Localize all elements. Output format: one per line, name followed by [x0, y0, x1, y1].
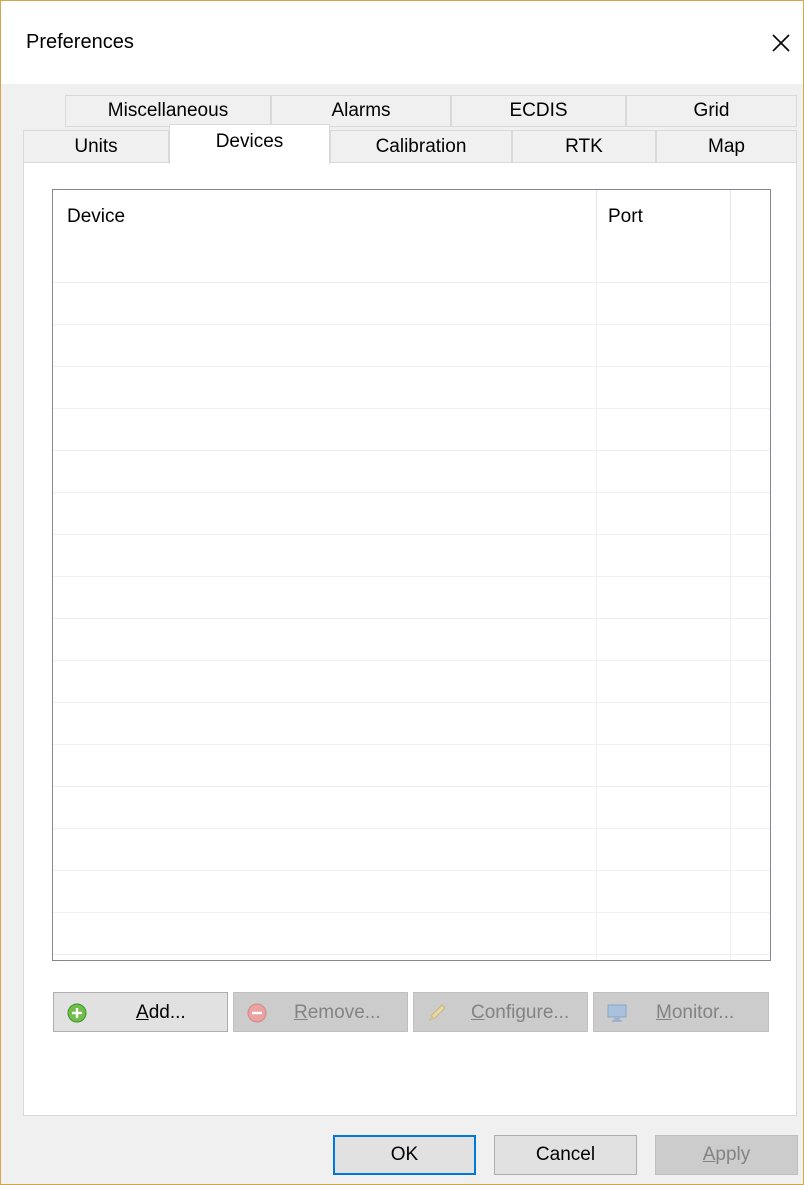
- tab-label: RTK: [565, 135, 603, 157]
- tab-miscellaneous[interactable]: Miscellaneous: [65, 95, 271, 127]
- configure-button-mnemonic: C: [471, 1002, 485, 1023]
- column-header-device[interactable]: Device: [67, 206, 125, 228]
- tab-label: ECDIS: [509, 100, 568, 121]
- grid-row-line: [53, 912, 770, 913]
- column-header-port[interactable]: Port: [608, 206, 643, 228]
- grid-row-line: [53, 450, 770, 451]
- grid-row-line: [53, 744, 770, 745]
- title-bar: Preferences: [1, 1, 803, 84]
- grid-row-line: [53, 618, 770, 619]
- cancel-button-label: Cancel: [535, 1144, 596, 1165]
- grid-row-line: [53, 954, 770, 955]
- grid-column-line: [596, 240, 597, 960]
- apply-button-label: pply: [715, 1144, 751, 1165]
- cancel-button[interactable]: Cancel: [494, 1135, 637, 1175]
- tab-ecdis[interactable]: ECDIS: [451, 95, 626, 127]
- monitor-button-label: onitor...: [671, 1002, 735, 1023]
- column-separator[interactable]: [596, 190, 597, 240]
- apply-button[interactable]: Apply: [655, 1135, 798, 1175]
- grid-row-line: [53, 282, 770, 283]
- remove-icon: [247, 1003, 267, 1023]
- tab-grid[interactable]: Grid: [626, 95, 797, 127]
- configure-button[interactable]: Configure...: [413, 992, 588, 1032]
- ok-button-label: OK: [390, 1144, 419, 1165]
- monitor-icon: [607, 1004, 627, 1022]
- remove-button-label: emove...: [307, 1002, 381, 1023]
- preferences-dialog: Preferences Miscellaneous Alarms ECDIS G…: [0, 0, 804, 1185]
- tab-label: Grid: [693, 100, 730, 121]
- add-icon: [67, 1003, 87, 1023]
- grid-row-line: [53, 828, 770, 829]
- monitor-button[interactable]: Monitor...: [593, 992, 769, 1032]
- column-separator[interactable]: [730, 190, 731, 240]
- grid-row-line: [53, 786, 770, 787]
- close-button[interactable]: [759, 19, 803, 67]
- remove-button[interactable]: Remove...: [233, 992, 408, 1032]
- tab-rtk[interactable]: RTK: [512, 130, 656, 163]
- grid-row-line: [53, 702, 770, 703]
- grid-row-line: [53, 324, 770, 325]
- tab-calibration[interactable]: Calibration: [330, 130, 512, 163]
- grid-row-line: [53, 534, 770, 535]
- grid-row-line: [53, 492, 770, 493]
- remove-button-mnemonic: R: [294, 1002, 308, 1023]
- add-button-label: dd...: [148, 1002, 186, 1023]
- configure-button-label: onfigure...: [484, 1002, 570, 1023]
- add-button[interactable]: Add...: [53, 992, 228, 1032]
- grid-row-line: [53, 408, 770, 409]
- pencil-icon: [429, 1004, 446, 1021]
- device-list-header: Device Port: [53, 190, 770, 240]
- tab-label: Devices: [215, 130, 284, 152]
- tab-label: Alarms: [331, 100, 391, 121]
- add-button-mnemonic: A: [136, 1002, 149, 1023]
- tab-alarms[interactable]: Alarms: [271, 95, 451, 127]
- tab-map[interactable]: Map: [656, 130, 797, 163]
- window-title: Preferences: [26, 31, 134, 53]
- close-icon: [772, 34, 790, 52]
- device-list[interactable]: Device Port: [52, 189, 771, 961]
- tab-label: Map: [708, 135, 745, 157]
- grid-row-line: [53, 576, 770, 577]
- tab-label: Miscellaneous: [107, 100, 229, 121]
- grid-row-line: [53, 366, 770, 367]
- tab-label: Calibration: [375, 135, 467, 157]
- tab-units[interactable]: Units: [23, 130, 169, 163]
- grid-column-line: [730, 240, 731, 960]
- tab-label: Units: [74, 135, 118, 157]
- grid-row-line: [53, 660, 770, 661]
- grid-row-line: [53, 870, 770, 871]
- ok-button[interactable]: OK: [333, 1135, 476, 1175]
- apply-button-mnemonic: A: [702, 1144, 716, 1165]
- monitor-button-mnemonic: M: [656, 1002, 672, 1023]
- tab-devices[interactable]: Devices: [169, 124, 330, 164]
